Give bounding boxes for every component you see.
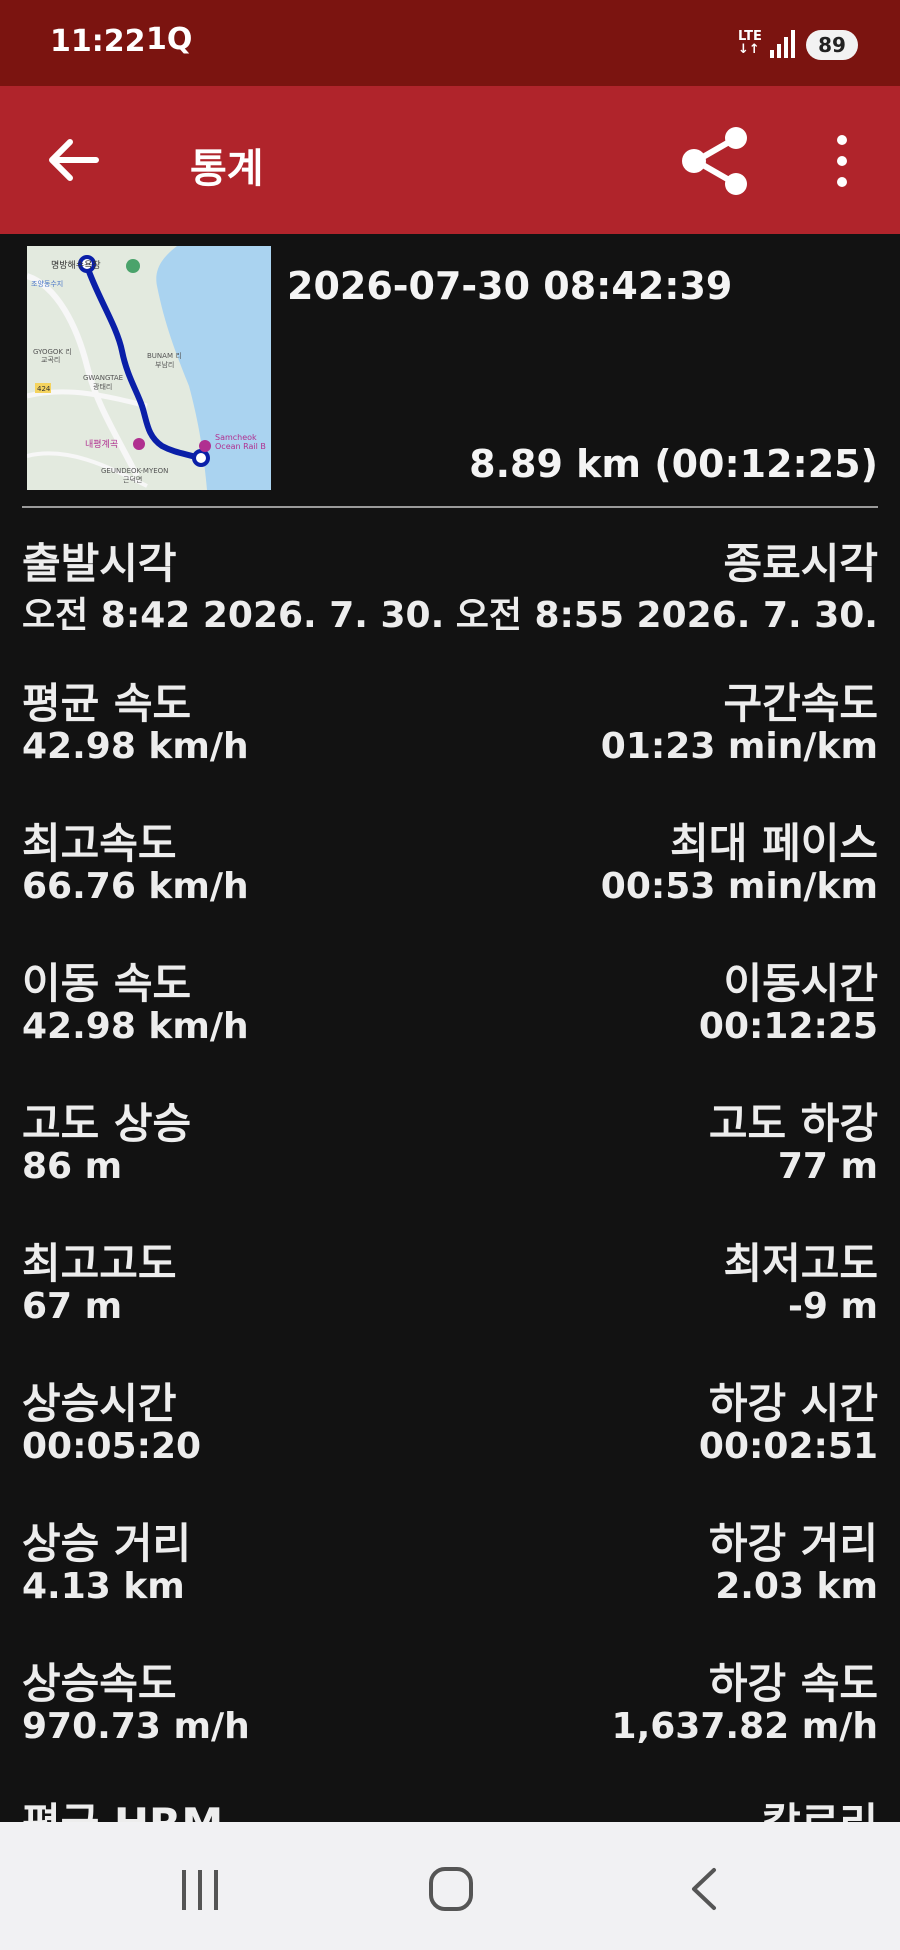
map-label: 명방해수욕장 [51, 260, 101, 271]
stat-left-label: 최고속도 [22, 819, 177, 868]
stat-right-label: 이동시간 [723, 959, 878, 1008]
map-label: GWANGTAE [83, 374, 123, 382]
stat-left-value: 67 m [22, 1286, 123, 1327]
stat-right-label: 최저고도 [723, 1239, 878, 1288]
track-map-thumbnail[interactable]: 명방해수욕장 조양동수지 GYOGOK 리 교곡리 BUNAM 리 부남리 GW… [27, 246, 271, 490]
system-nav-bar [0, 1822, 900, 1950]
nav-back-icon[interactable] [686, 1866, 722, 1912]
page-title: 통계 [190, 146, 264, 192]
map-label: BUNAM 리 [147, 351, 182, 360]
stat-left-label: 상승시간 [22, 1379, 177, 1428]
recents-icon[interactable] [178, 1868, 222, 1912]
stat-left-value: 00:05:20 [22, 1426, 202, 1467]
map-label: 내평계곡 [85, 438, 118, 450]
stat-right-label: 하강 시간 [708, 1379, 878, 1428]
stat-right-label: 최대 페이스 [670, 819, 878, 868]
status-time: 11:22 [50, 24, 146, 59]
map-route-number: 424 [37, 385, 51, 393]
stat-right-value: 1,637.82 m/h [611, 1706, 878, 1747]
map-label: 근덕면 [123, 475, 142, 484]
stat-row: 고도 상승 86 m 고도 하강 77 m [22, 1090, 878, 1220]
stat-right-value: 00:02:51 [698, 1426, 878, 1467]
divider [22, 506, 878, 508]
stat-left-value: 66.76 km/h [22, 866, 249, 907]
stat-left-label: 평균 HRM [22, 1790, 223, 1822]
map-label: 조양동수지 [31, 279, 63, 288]
stat-right-label: 하강 속도 [708, 1659, 878, 1708]
share-icon[interactable] [676, 126, 756, 196]
data-arrows-icon: ↓↑ [738, 42, 760, 57]
stat-left-value: 4.13 km [22, 1566, 185, 1607]
stat-right-label: 칼로리 [762, 1790, 878, 1822]
carrier-icon: 1Q [146, 22, 193, 57]
signal-icon [770, 30, 795, 58]
map-label: 광태리 [93, 382, 112, 391]
stat-row: 최고고도 67 m 최저고도 -9 m [22, 1230, 878, 1360]
stat-right-value: -9 m [787, 1286, 878, 1327]
stat-left-label: 고도 상승 [22, 1099, 192, 1148]
stat-row: 상승시간 00:05:20 하강 시간 00:02:51 [22, 1370, 878, 1500]
stat-left-label: 출발시각 [22, 539, 177, 588]
stat-right-value: 오전 8:55 2026. 7. 30. [455, 595, 878, 636]
battery-indicator: 89 [806, 30, 858, 60]
stat-right-label: 종료시각 [723, 539, 878, 588]
more-vertical-icon[interactable] [822, 126, 862, 196]
stat-left-label: 최고고도 [22, 1239, 177, 1288]
stat-left-value: 970.73 m/h [22, 1706, 250, 1747]
stat-row: 평균 HRM 칼로리 [22, 1790, 878, 1822]
track-distance-duration: 8.89 km (00:12:25) [469, 442, 878, 486]
map-label: 부남리 [155, 360, 174, 369]
stat-left-value: 42.98 km/h [22, 726, 249, 767]
stat-left-label: 상승 거리 [22, 1519, 192, 1568]
map-canvas: 명방해수욕장 조양동수지 GYOGOK 리 교곡리 BUNAM 리 부남리 GW… [27, 246, 271, 490]
statistics-content[interactable]: 명방해수욕장 조양동수지 GYOGOK 리 교곡리 BUNAM 리 부남리 GW… [0, 234, 900, 1822]
stat-right-label: 구간속도 [723, 679, 878, 728]
map-label: GEUNDEOK-MYEON [101, 467, 168, 475]
map-label: GYOGOK 리 [33, 347, 72, 356]
stat-row: 상승속도 970.73 m/h 하강 속도 1,637.82 m/h [22, 1650, 878, 1780]
network-type: LTE ↓↑ [738, 30, 762, 56]
stat-row: 출발시각오전 8:42 2026. 7. 30. 종료시각오전 8:55 2026… [22, 530, 878, 660]
map-label: Samcheok [215, 433, 257, 442]
track-datetime: 2026-07-30 08:42:39 [287, 264, 733, 308]
stat-left-value: 오전 8:42 2026. 7. 30. [22, 595, 445, 636]
stat-right-value: 01:23 min/km [600, 726, 878, 767]
stat-row: 이동 속도 42.98 km/h 이동시간 00:12:25 [22, 950, 878, 1080]
app-bar: 통계 [0, 86, 900, 234]
stat-right-value: 2.03 km [715, 1566, 878, 1607]
stat-row: 평균 속도 42.98 km/h 구간속도 01:23 min/km [22, 670, 878, 800]
stat-row: 상승 거리 4.13 km 하강 거리 2.03 km [22, 1510, 878, 1640]
stat-left-label: 이동 속도 [22, 959, 192, 1008]
status-bar: 11:22 1Q LTE ↓↑ 89 [0, 0, 900, 86]
stat-right-label: 하강 거리 [708, 1519, 878, 1568]
map-label: 교곡리 [41, 355, 60, 364]
stat-row: 최고속도 66.76 km/h 최대 페이스 00:53 min/km [22, 810, 878, 940]
stat-right-value: 77 m [777, 1146, 878, 1187]
stat-right-value: 00:12:25 [698, 1006, 878, 1047]
map-label: Ocean Rail B [215, 442, 266, 451]
stat-right-label: 고도 하강 [708, 1099, 878, 1148]
home-icon[interactable] [428, 1866, 474, 1912]
stat-left-label: 평균 속도 [22, 679, 192, 728]
stat-left-label: 상승속도 [22, 1659, 177, 1708]
stat-left-value: 86 m [22, 1146, 123, 1187]
stat-right-value: 00:53 min/km [600, 866, 878, 907]
back-arrow-icon[interactable] [44, 130, 104, 190]
stat-left-value: 42.98 km/h [22, 1006, 249, 1047]
